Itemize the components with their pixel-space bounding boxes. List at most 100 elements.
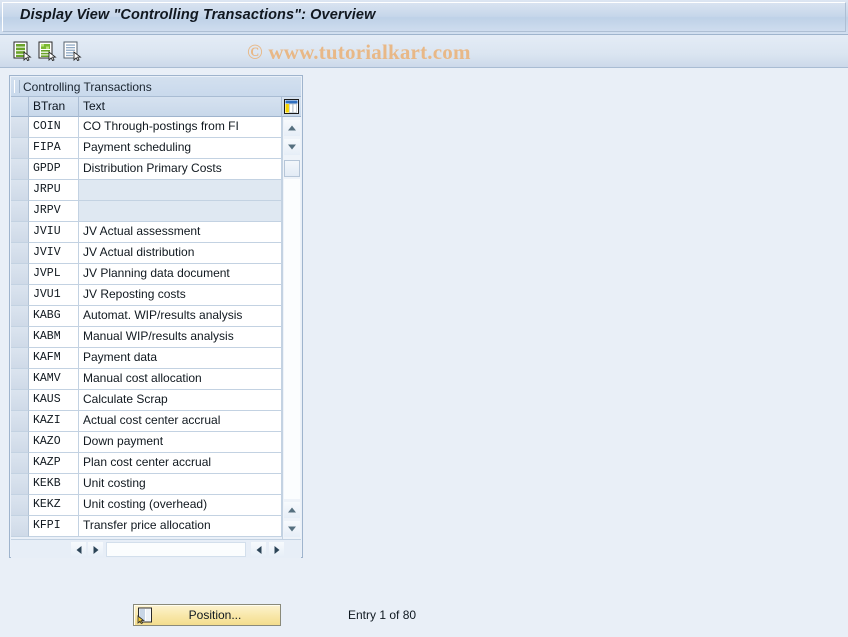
row-selector[interactable] <box>11 390 29 411</box>
table-row[interactable]: FIPA Payment scheduling <box>11 138 282 159</box>
cell-btran[interactable]: KABM <box>29 327 79 348</box>
cell-text[interactable]: Down payment <box>79 432 282 453</box>
cell-btran[interactable]: KEKB <box>29 474 79 495</box>
display-list-icon[interactable] <box>63 41 83 61</box>
cell-text[interactable]: Transfer price allocation <box>79 516 282 537</box>
row-selector[interactable] <box>11 138 29 159</box>
table-row[interactable]: KABM Manual WIP/results analysis <box>11 327 282 348</box>
table-row[interactable]: KAZP Plan cost center accrual <box>11 453 282 474</box>
cell-btran[interactable]: KAZI <box>29 411 79 432</box>
scroll-left-button-2[interactable] <box>251 542 266 557</box>
column-header-text[interactable]: Text <box>79 97 282 117</box>
cell-btran[interactable]: JVU1 <box>29 285 79 306</box>
row-selector[interactable] <box>11 369 29 390</box>
table-row[interactable]: COIN CO Through-postings from FI <box>11 117 282 138</box>
row-selector[interactable] <box>11 222 29 243</box>
position-button[interactable]: Position... <box>133 604 281 626</box>
table-row[interactable]: KAFM Payment data <box>11 348 282 369</box>
row-selector[interactable] <box>11 453 29 474</box>
vertical-scroll-thumb[interactable] <box>284 160 300 177</box>
cell-btran[interactable]: JVPL <box>29 264 79 285</box>
cell-btran[interactable]: GPDP <box>29 159 79 180</box>
row-selector[interactable] <box>11 264 29 285</box>
row-selector[interactable] <box>11 474 29 495</box>
row-selector[interactable] <box>11 327 29 348</box>
scroll-down-button-top[interactable] <box>284 139 300 155</box>
table-row[interactable]: JRPV <box>11 201 282 222</box>
scroll-down-button-bottom[interactable] <box>284 521 300 537</box>
cell-btran[interactable]: KAUS <box>29 390 79 411</box>
table-row[interactable]: JVIU JV Actual assessment <box>11 222 282 243</box>
row-selector[interactable] <box>11 117 29 138</box>
vertical-scrollbar[interactable] <box>282 117 301 539</box>
scroll-right-button-1[interactable] <box>88 542 103 557</box>
cell-btran[interactable]: JVIU <box>29 222 79 243</box>
table-row[interactable]: KEKB Unit costing <box>11 474 282 495</box>
table-row[interactable]: GPDP Distribution Primary Costs <box>11 159 282 180</box>
table-row[interactable]: KEKZ Unit costing (overhead) <box>11 495 282 516</box>
scroll-up-button-bottom[interactable] <box>284 502 300 518</box>
cell-btran[interactable]: JRPU <box>29 180 79 201</box>
scroll-right-button-2[interactable] <box>269 542 284 557</box>
table-row[interactable]: JVPL JV Planning data document <box>11 264 282 285</box>
cell-btran[interactable]: KAMV <box>29 369 79 390</box>
cell-btran[interactable]: JVIV <box>29 243 79 264</box>
horizontal-scroll-track[interactable] <box>106 542 246 557</box>
cell-btran[interactable]: KAZO <box>29 432 79 453</box>
cell-btran[interactable]: FIPA <box>29 138 79 159</box>
row-selector[interactable] <box>11 201 29 222</box>
cell-text[interactable]: JV Actual distribution <box>79 243 282 264</box>
cell-text[interactable]: JV Actual assessment <box>79 222 282 243</box>
horizontal-scrollbar[interactable] <box>11 539 301 558</box>
row-selector[interactable] <box>11 516 29 537</box>
cell-text[interactable]: CO Through-postings from FI <box>79 117 282 138</box>
cell-text[interactable]: Distribution Primary Costs <box>79 159 282 180</box>
cell-btran[interactable]: KAFM <box>29 348 79 369</box>
cell-text[interactable]: Payment data <box>79 348 282 369</box>
grid-rows-viewport[interactable]: COIN CO Through-postings from FI FIPA Payme… <box>11 117 282 539</box>
table-row[interactable]: JVIV JV Actual distribution <box>11 243 282 264</box>
row-selector[interactable] <box>11 159 29 180</box>
cell-text[interactable]: Calculate Scrap <box>79 390 282 411</box>
cell-text[interactable]: Payment scheduling <box>79 138 282 159</box>
row-selector[interactable] <box>11 432 29 453</box>
row-selector[interactable] <box>11 243 29 264</box>
new-entries-icon[interactable] <box>38 41 58 61</box>
display-details-icon[interactable] <box>13 41 33 61</box>
row-selector[interactable] <box>11 306 29 327</box>
row-selector[interactable] <box>11 411 29 432</box>
table-row[interactable]: KABG Automat. WIP/results analysis <box>11 306 282 327</box>
row-selector[interactable] <box>11 348 29 369</box>
table-row[interactable]: JVU1 JV Reposting costs <box>11 285 282 306</box>
table-row[interactable]: KAZO Down payment <box>11 432 282 453</box>
cell-btran[interactable]: JRPV <box>29 201 79 222</box>
cell-text[interactable]: JV Reposting costs <box>79 285 282 306</box>
cell-text[interactable]: Manual cost allocation <box>79 369 282 390</box>
cell-text[interactable] <box>79 201 282 222</box>
cell-text[interactable]: JV Planning data document <box>79 264 282 285</box>
table-settings-button[interactable] <box>282 97 301 117</box>
scroll-left-button-1[interactable] <box>71 542 86 557</box>
column-header-btran[interactable]: BTran <box>29 97 79 117</box>
cell-btran[interactable]: COIN <box>29 117 79 138</box>
table-row[interactable]: JRPU <box>11 180 282 201</box>
row-selector[interactable] <box>11 495 29 516</box>
cell-text[interactable]: Unit costing (overhead) <box>79 495 282 516</box>
select-all-header[interactable] <box>11 97 29 117</box>
cell-text[interactable]: Automat. WIP/results analysis <box>79 306 282 327</box>
table-row[interactable]: KAZI Actual cost center accrual <box>11 411 282 432</box>
vertical-scroll-track[interactable] <box>284 179 300 499</box>
cell-text[interactable]: Plan cost center accrual <box>79 453 282 474</box>
cell-btran[interactable]: KABG <box>29 306 79 327</box>
cell-btran[interactable]: KFPI <box>29 516 79 537</box>
cell-text[interactable]: Manual WIP/results analysis <box>79 327 282 348</box>
cell-text[interactable]: Actual cost center accrual <box>79 411 282 432</box>
row-selector[interactable] <box>11 285 29 306</box>
cell-btran[interactable]: KEKZ <box>29 495 79 516</box>
cell-text[interactable]: Unit costing <box>79 474 282 495</box>
cell-text[interactable] <box>79 180 282 201</box>
table-row[interactable]: KFPI Transfer price allocation <box>11 516 282 537</box>
row-selector[interactable] <box>11 180 29 201</box>
table-row[interactable]: KAMV Manual cost allocation <box>11 369 282 390</box>
table-row[interactable]: KAUS Calculate Scrap <box>11 390 282 411</box>
